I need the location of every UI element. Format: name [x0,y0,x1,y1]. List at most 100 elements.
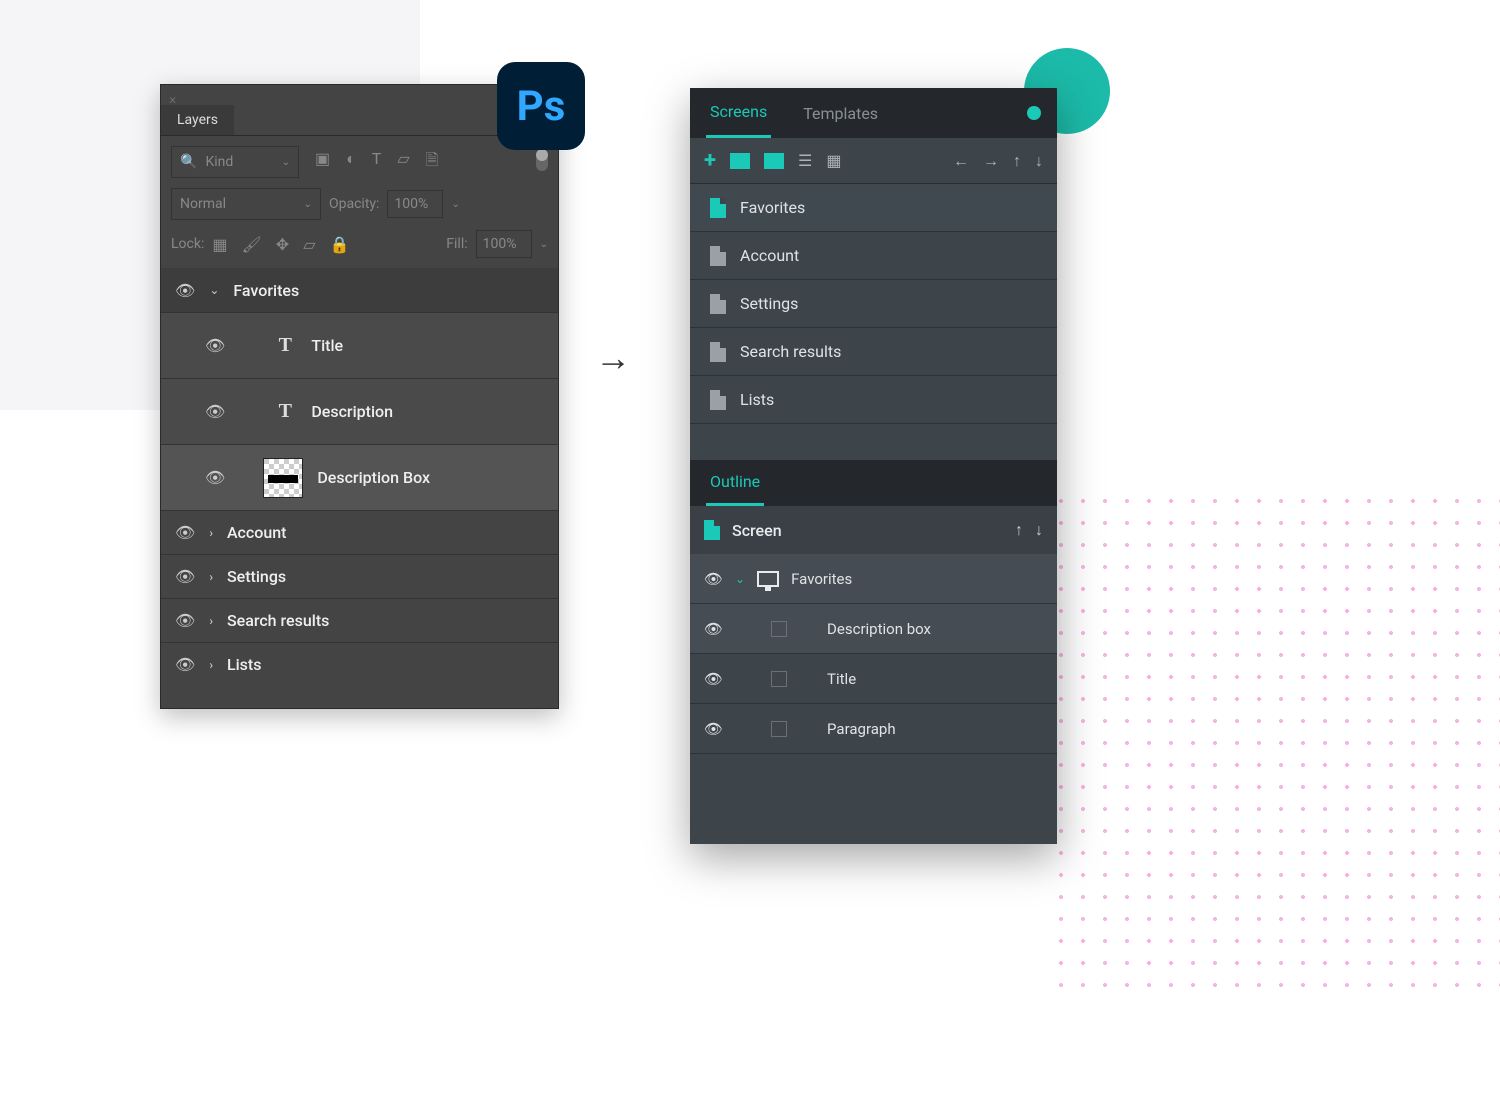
visibility-icon[interactable]: 👁 [205,468,225,487]
blend-mode-select[interactable]: Normal ⌄ [171,188,321,220]
chevron-down-icon[interactable]: ⌄ [451,199,459,210]
kind-label: Kind [205,154,233,170]
tab-screens[interactable]: Screens [706,88,771,138]
bg-dots [1050,490,1500,990]
chevron-right-icon[interactable]: › [209,614,213,628]
fill-input[interactable]: 100% [476,230,532,258]
add-icon[interactable]: + [704,148,716,173]
outline-title[interactable]: 👁 Title [690,654,1057,704]
visibility-icon[interactable]: 👁 [704,620,723,638]
screen-account[interactable]: Account [690,232,1057,280]
lock-artboard-icon[interactable]: ▱ [303,235,315,254]
opacity-input[interactable]: 100% [387,190,443,218]
outline-paragraph[interactable]: 👁 Paragraph [690,704,1057,754]
outline-screen-header[interactable]: Screen ↑ ↓ [690,506,1057,554]
filter-shape-icon[interactable]: ▱ [397,149,409,176]
photoshop-app-icon: Ps [497,62,585,150]
outline-name: Paragraph [827,720,896,738]
visibility-icon[interactable]: 👁 [704,670,723,688]
layer-group-settings[interactable]: 👁 › Settings [161,554,558,598]
screen-search-results[interactable]: Search results [690,328,1057,376]
shape-layer-icon [263,458,303,498]
tab-templates[interactable]: Templates [799,90,882,137]
tab-layers[interactable]: Layers [161,105,234,135]
image-icon[interactable] [730,153,750,169]
layer-group-lists[interactable]: 👁 › Lists [161,642,558,686]
visibility-icon[interactable]: 👁 [175,611,195,630]
tab-outline[interactable]: Outline [690,460,1057,506]
visibility-icon[interactable]: 👁 [704,720,723,738]
file-icon [710,390,726,410]
file-icon [710,246,726,266]
chevron-down-icon[interactable]: ⌄ [209,283,219,297]
layer-name: Lists [227,655,262,674]
layer-description-box[interactable]: 👁 Description Box [161,444,558,510]
screen-settings[interactable]: Settings [690,280,1057,328]
visibility-icon[interactable]: 👁 [205,402,225,421]
arrow-down-icon[interactable]: ↓ [1035,151,1043,171]
lock-brush-icon[interactable]: 🖌 [241,235,261,254]
layer-name: Title [311,336,343,355]
visibility-icon[interactable]: 👁 [704,570,723,588]
outline-name: Title [827,670,856,688]
visibility-icon[interactable]: 👁 [175,281,195,300]
list-icon[interactable]: ☰ [798,151,812,170]
indicator-dot [1027,106,1041,120]
lock-transparency-icon[interactable]: ▦ [212,235,227,254]
arrow-up-icon[interactable]: ↑ [1015,520,1023,540]
rp-toolbar: + ☰ ▦ ← → ↑ ↓ [690,138,1057,184]
screen-name: Settings [740,294,798,313]
layer-group-favorites[interactable]: 👁 ⌄ Favorites [161,268,558,312]
filter-adjustment-icon[interactable]: ◐ [346,149,356,176]
element-icon [771,621,787,637]
arrow-right-icon[interactable]: → [983,151,999,171]
kind-filter-select[interactable]: 🔍 Kind ⌄ [171,146,299,178]
screen-favorites[interactable]: Favorites [690,184,1057,232]
ps-controls: 🔍 Kind ⌄ ▣ ◐ T ▱ 🗎 Normal ⌄ Opacity: 100… [161,136,558,268]
layer-title[interactable]: 👁 T Title [161,312,558,378]
filter-smart-icon[interactable]: 🗎 [426,149,439,176]
outline-name: Description box [827,620,931,638]
chevron-down-icon[interactable]: ⌄ [735,572,745,586]
outline-label: Outline [706,460,764,506]
text-layer-icon: T [273,334,297,358]
arrow-left-icon[interactable]: ← [953,151,969,171]
visibility-icon[interactable]: 👁 [175,523,195,542]
opacity-label: Opacity: [329,196,379,212]
layer-description[interactable]: 👁 T Description [161,378,558,444]
folder-plus-icon[interactable] [764,153,784,169]
arrow-down-icon[interactable]: ↓ [1035,520,1043,540]
chevron-right-icon[interactable]: › [209,570,213,584]
visibility-icon[interactable]: 👁 [175,567,195,586]
chevron-down-icon[interactable]: ⌄ [540,239,548,250]
screen-lists[interactable]: Lists [690,376,1057,424]
layer-group-account[interactable]: 👁 › Account [161,510,558,554]
justinmind-panel: Screens Templates + ☰ ▦ ← → ↑ ↓ Favorite… [690,88,1057,844]
visibility-icon[interactable]: 👁 [175,655,195,674]
lock-position-icon[interactable]: ✥ [276,235,289,254]
file-icon [710,294,726,314]
grid-icon[interactable]: ▦ [826,151,841,170]
chevron-right-icon[interactable]: › [209,526,213,540]
outline-favorites[interactable]: 👁 ⌄ Favorites [690,554,1057,604]
outline-name: Favorites [791,570,852,588]
chevron-right-icon[interactable]: › [209,658,213,672]
screen-name: Search results [740,342,841,361]
outline-description-box[interactable]: 👁 Description box [690,604,1057,654]
filter-pixel-icon[interactable]: ▣ [315,149,330,176]
lock-all-icon[interactable]: 🔒 [330,235,350,254]
file-star-icon [704,520,720,540]
filter-toggle[interactable] [536,153,548,171]
chevron-down-icon: ⌄ [304,199,312,210]
visibility-icon[interactable]: 👁 [205,336,225,355]
screen-header-label: Screen [732,521,782,540]
file-star-icon [710,198,726,218]
layer-name: Description Box [317,468,430,487]
layer-name: Search results [227,611,329,630]
chevron-down-icon: ⌄ [282,157,290,168]
arrow-up-icon[interactable]: ↑ [1013,151,1021,171]
element-icon [771,671,787,687]
layer-group-search-results[interactable]: 👁 › Search results [161,598,558,642]
filter-type-icon[interactable]: T [372,149,382,176]
photoshop-layers-panel: × Layers 🔍 Kind ⌄ ▣ ◐ T ▱ 🗎 Normal ⌄ [160,84,559,709]
